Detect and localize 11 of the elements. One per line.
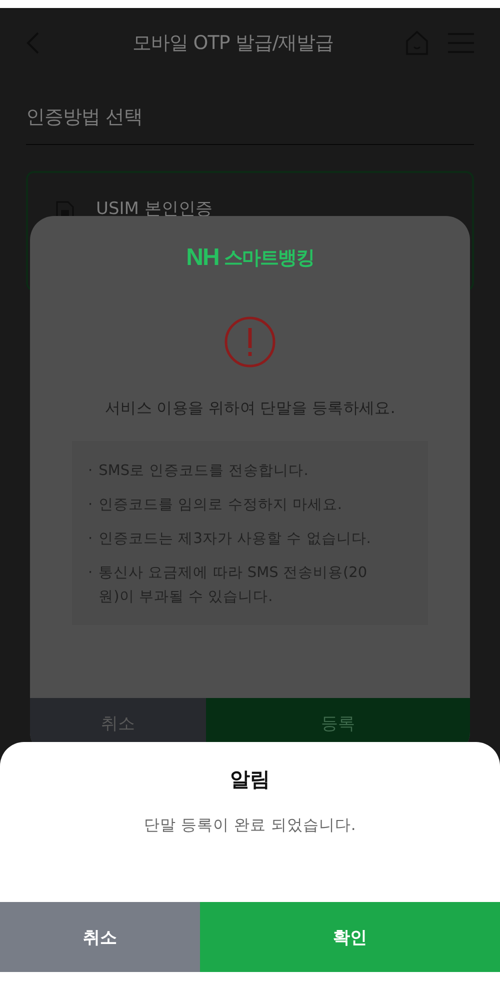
alert-message: 단말 등록이 완료 되었습니다.	[144, 815, 356, 836]
logo-mark: NH	[186, 244, 219, 272]
bullet-mark: ·	[88, 564, 93, 583]
section-title: 인증방법 선택	[26, 104, 474, 145]
page-title: 모바일 OTP 발급/재발급	[132, 31, 334, 56]
bullet-mark: ·	[88, 530, 93, 549]
bullet-mark: ·	[88, 462, 93, 481]
logo-text: 스마트뱅킹	[224, 246, 314, 271]
alert-title: 알림	[230, 766, 270, 793]
bullet-mark: ·	[88, 496, 93, 515]
option-label: USIM 본인인증	[96, 198, 212, 220]
